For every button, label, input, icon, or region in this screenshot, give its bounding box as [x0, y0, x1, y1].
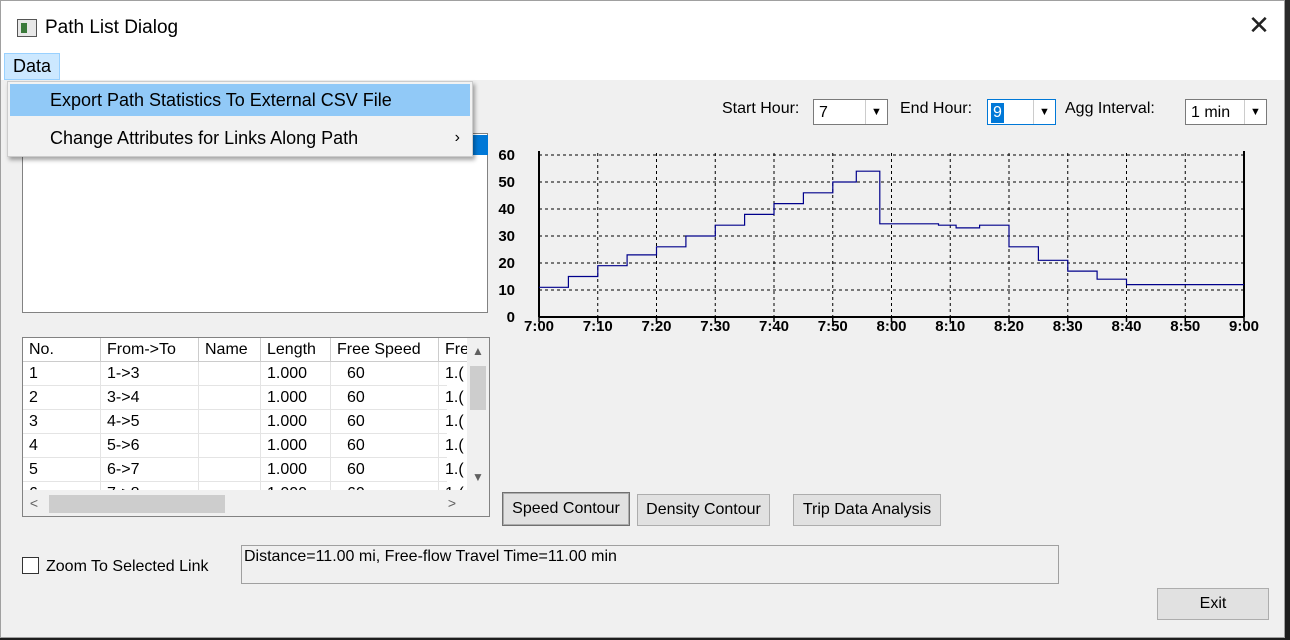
start-hour-label: Start Hour:	[722, 100, 800, 117]
table-row[interactable]: 5 6->7 1.000 60 1.(	[23, 458, 471, 482]
zoom-to-selected-link-checkbox[interactable]	[22, 557, 39, 574]
agg-interval-label: Agg Interval:	[1065, 100, 1155, 117]
density-contour-button[interactable]: Density Contour	[637, 494, 770, 526]
table-cell: 3	[23, 410, 101, 434]
speed-contour-button[interactable]: Speed Contour	[503, 493, 629, 525]
table-cell: 1	[23, 362, 101, 386]
table-cell	[199, 386, 261, 410]
table-row[interactable]: 4 5->6 1.000 60 1.(	[23, 434, 471, 458]
table-cell: 1.000	[261, 434, 331, 458]
menu-item-change-attributes[interactable]: Change Attributes for Links Along Path ›	[10, 122, 470, 154]
table-cell: 5->6	[101, 434, 199, 458]
speed-chart: 0102030405060 7:00 7:10 7:20 7:30 7:40 7:50 8:…	[498, 147, 1259, 335]
end-hour-label: End Hour:	[900, 100, 973, 117]
agg-interval-value: 1 min	[1191, 104, 1231, 121]
table-cell: 2	[23, 386, 101, 410]
table-cell: 60	[331, 362, 439, 386]
table-cell: 1.000	[261, 362, 331, 386]
y-axis-labels: 0 10 20 30 40 50 60	[498, 147, 515, 326]
app-icon	[17, 19, 37, 37]
status-text-box: Distance=11.00 mi, Free-flow Travel Time…	[241, 545, 1059, 584]
scroll-thumb[interactable]	[470, 366, 486, 410]
table-header: No. From->To Name Length Free Speed Fre	[23, 338, 471, 362]
table-cell	[199, 434, 261, 458]
table-cell: 3->4	[101, 386, 199, 410]
scroll-left-icon[interactable]: <	[23, 490, 45, 516]
chevron-down-icon[interactable]: ▼	[865, 100, 887, 124]
table-cell	[199, 362, 261, 386]
menu-item-label: Export Path Statistics To External CSV F…	[50, 90, 392, 110]
link-table[interactable]: No. From->To Name Length Free Speed Fre …	[22, 337, 490, 517]
start-hour-select[interactable]: 7 ▼	[813, 99, 888, 125]
table-row[interactable]: 3 4->5 1.000 60 1.(	[23, 410, 471, 434]
table-cell: 60	[331, 410, 439, 434]
title-bar[interactable]: Path List Dialog ✕	[1, 1, 1284, 53]
table-cell: 60	[331, 458, 439, 482]
close-icon[interactable]: ✕	[1244, 11, 1274, 41]
table-row[interactable]: 1 1->3 1.000 60 1.(	[23, 362, 471, 386]
start-hour-value: 7	[819, 104, 828, 121]
data-menu-dropdown: Export Path Statistics To External CSV F…	[7, 81, 473, 157]
table-cell: 60	[331, 434, 439, 458]
chart-grid	[539, 153, 1244, 317]
y-tick-label: 10	[498, 282, 515, 299]
y-tick-label: 50	[498, 174, 515, 191]
menu-item-label: Change Attributes for Links Along Path	[50, 128, 359, 148]
table-cell: 1.000	[261, 410, 331, 434]
submenu-arrow-icon: ›	[454, 129, 460, 146]
table-cell: 1->3	[101, 362, 199, 386]
table-row[interactable]: 2 3->4 1.000 60 1.(	[23, 386, 471, 410]
menu-data[interactable]: Data	[4, 53, 61, 80]
path-list-dialog: Path List Dialog ✕ Data Start Hour: 7 ▼ …	[0, 0, 1285, 638]
table-cell: 4	[23, 434, 101, 458]
table-cell: 6->7	[101, 458, 199, 482]
trip-data-analysis-button[interactable]: Trip Data Analysis	[793, 494, 941, 526]
y-tick-label: 20	[498, 255, 515, 272]
chart-axes	[538, 151, 1245, 322]
scroll-corner	[467, 490, 489, 516]
scroll-thumb[interactable]	[49, 495, 225, 513]
scroll-right-icon[interactable]: >	[441, 490, 463, 516]
end-hour-select[interactable]: 9 ▼	[987, 99, 1056, 125]
column-header[interactable]: From->To	[101, 338, 199, 362]
table-horizontal-scrollbar[interactable]: < >	[23, 490, 467, 516]
agg-interval-select[interactable]: 1 min ▼	[1185, 99, 1267, 125]
menu-bar: Data	[1, 53, 1284, 80]
table-cell	[199, 410, 261, 434]
end-hour-value: 9	[991, 103, 1004, 123]
exit-button[interactable]: Exit	[1157, 588, 1269, 620]
table-cell: 5	[23, 458, 101, 482]
chevron-down-icon[interactable]: ▼	[1033, 100, 1055, 124]
scroll-up-icon[interactable]: ▲	[467, 340, 489, 362]
chevron-down-icon[interactable]: ▼	[1244, 100, 1266, 124]
y-tick-label: 0	[507, 309, 515, 326]
dialog-title: Path List Dialog	[45, 17, 179, 38]
y-tick-label: 30	[498, 228, 515, 245]
column-header[interactable]: No.	[23, 338, 101, 362]
path-list-box[interactable]	[22, 133, 488, 313]
table-cell: 4->5	[101, 410, 199, 434]
column-header[interactable]: Length	[261, 338, 331, 362]
table-cell: 1.000	[261, 386, 331, 410]
scroll-down-icon[interactable]: ▼	[467, 466, 489, 488]
table-cell: 60	[331, 386, 439, 410]
y-tick-label: 40	[498, 201, 515, 218]
zoom-to-selected-link-label[interactable]: Zoom To Selected Link	[46, 558, 208, 576]
column-header[interactable]: Free Speed	[331, 338, 439, 362]
column-header[interactable]: Name	[199, 338, 261, 362]
table-cell: 1.000	[261, 458, 331, 482]
y-tick-label: 60	[498, 147, 515, 164]
table-cell	[199, 458, 261, 482]
menu-item-export-csv[interactable]: Export Path Statistics To External CSV F…	[10, 84, 470, 116]
table-vertical-scrollbar[interactable]: ▲ ▼	[467, 338, 489, 490]
